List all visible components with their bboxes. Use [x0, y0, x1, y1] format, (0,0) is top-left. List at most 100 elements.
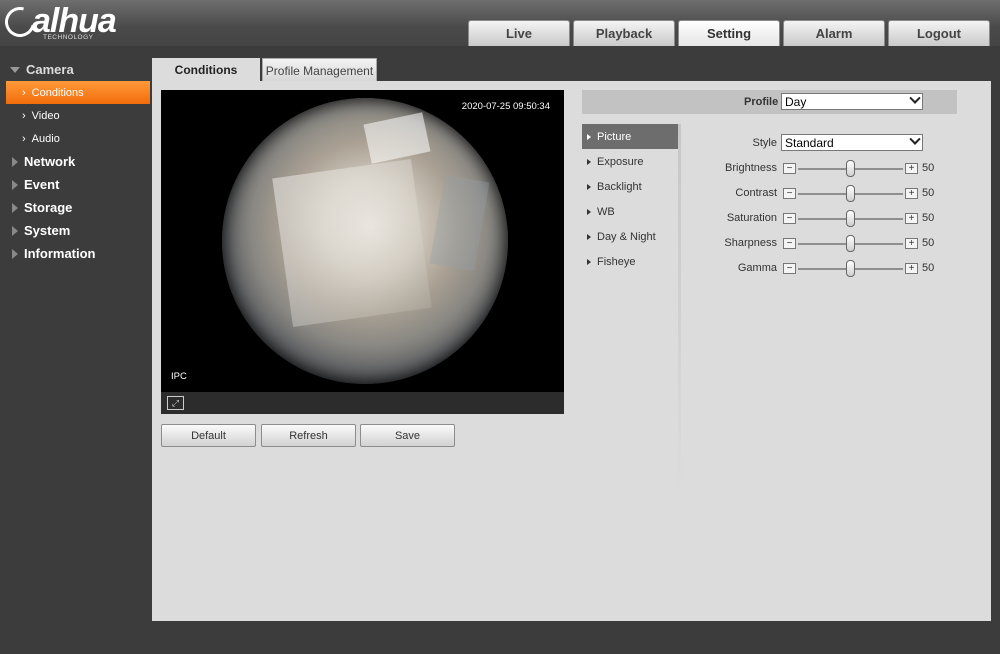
gamma-plus-button[interactable]: + — [905, 263, 918, 274]
profile-label: Profile — [744, 96, 779, 108]
video-toolbar: ⤢ — [161, 392, 564, 414]
submenu-label: Day & Night — [597, 230, 656, 243]
sidebar-item-information[interactable]: Information — [0, 242, 152, 265]
submenu-label: Fisheye — [597, 255, 636, 268]
triangle-right-icon — [587, 233, 591, 240]
triangle-right-icon — [587, 183, 591, 190]
expand-right-icon — [12, 248, 18, 259]
contrast-value: 50 — [922, 187, 935, 199]
brightness-label: Brightness — [725, 162, 777, 174]
sidebar-item-system[interactable]: System — [0, 219, 152, 242]
style-select[interactable]: Standard — [781, 133, 923, 151]
video-preview: 2020-07-25 09:50:34 IPC ⤢ — [161, 90, 564, 414]
gamma-label: Gamma — [737, 262, 777, 274]
submenu-backlight[interactable]: Backlight — [582, 174, 678, 199]
fisheye-image — [222, 98, 508, 384]
contrast-label: Contrast — [735, 187, 777, 199]
sidebar-item-label: Information — [24, 246, 96, 261]
saturation-label: Saturation — [726, 212, 777, 224]
gamma-slider-thumb[interactable] — [845, 260, 855, 277]
top-navigation: Live Playback Setting Alarm Logout — [468, 20, 993, 46]
submenu-label: WB — [597, 205, 615, 218]
triangle-right-icon — [587, 258, 591, 265]
sidebar-item-label: Storage — [24, 200, 73, 215]
style-label: Style — [752, 137, 777, 149]
nav-logout[interactable]: Logout — [888, 20, 990, 46]
submenu-fisheye[interactable]: Fisheye — [582, 249, 678, 274]
sharpness-plus-button[interactable]: + — [905, 238, 918, 249]
profile-select[interactable]: Day — [781, 92, 923, 110]
sidebar-item-label: Audio — [31, 132, 60, 145]
triangle-right-icon — [587, 158, 591, 165]
sharpness-minus-button[interactable]: − — [783, 238, 796, 249]
nav-alarm[interactable]: Alarm — [783, 20, 885, 46]
expand-right-icon — [12, 225, 18, 236]
sidebar: Camera › Conditions › Video › Audio Netw… — [0, 58, 152, 265]
video-timestamp: 2020-07-25 09:50:34 — [461, 101, 550, 112]
chevron-right-icon: › — [22, 109, 26, 122]
brightness-slider-thumb[interactable] — [845, 160, 855, 177]
gamma-minus-button[interactable]: − — [783, 263, 796, 274]
sidebar-item-conditions[interactable]: › Conditions — [6, 81, 150, 104]
submenu-picture[interactable]: Picture — [582, 124, 678, 149]
gamma-value: 50 — [922, 262, 935, 274]
sharpness-slider-thumb[interactable] — [845, 235, 855, 252]
nav-live[interactable]: Live — [468, 20, 570, 46]
fisheye-ceiling-panel — [272, 158, 432, 328]
nav-setting[interactable]: Setting — [678, 20, 780, 46]
submenu-label: Exposure — [597, 155, 644, 168]
save-button[interactable]: Save — [360, 424, 455, 447]
saturation-slider-thumb[interactable] — [845, 210, 855, 227]
contrast-minus-button[interactable]: − — [783, 188, 796, 199]
submenu-label: Picture — [597, 130, 632, 143]
logo-subtitle: TECHNOLOGY — [43, 34, 94, 41]
contrast-plus-button[interactable]: + — [905, 188, 918, 199]
default-button[interactable]: Default — [161, 424, 256, 447]
sharpness-label: Sharpness — [724, 237, 777, 249]
chevron-down-icon — [909, 92, 921, 104]
video-channel-label: IPC — [171, 371, 187, 382]
conditions-submenu: Picture Exposure Backlight WB Day & Nigh… — [582, 124, 681, 494]
sidebar-item-camera[interactable]: Camera — [0, 58, 152, 81]
sidebar-item-storage[interactable]: Storage — [0, 196, 152, 219]
nav-playback[interactable]: Playback — [573, 20, 675, 46]
fullscreen-icon[interactable]: ⤢ — [167, 396, 184, 410]
refresh-button[interactable]: Refresh — [261, 424, 356, 447]
brightness-plus-button[interactable]: + — [905, 163, 918, 174]
chevron-down-icon — [909, 133, 921, 145]
brightness-value: 50 — [922, 162, 935, 174]
expand-right-icon — [12, 179, 18, 190]
contrast-slider-thumb[interactable] — [845, 185, 855, 202]
saturation-value: 50 — [922, 212, 935, 224]
sidebar-item-label: System — [24, 223, 71, 238]
tab-profile-management[interactable]: Profile Management — [262, 58, 377, 82]
sidebar-item-label: Camera — [26, 62, 74, 77]
tab-conditions[interactable]: Conditions — [152, 58, 260, 82]
chevron-right-icon: › — [22, 86, 26, 99]
saturation-plus-button[interactable]: + — [905, 213, 918, 224]
submenu-exposure[interactable]: Exposure — [582, 149, 678, 174]
sidebar-item-label: Event — [24, 177, 60, 192]
submenu-day-night[interactable]: Day & Night — [582, 224, 678, 249]
tab-bar: Conditions Profile Management — [152, 58, 377, 82]
sharpness-value: 50 — [922, 237, 935, 249]
sidebar-item-event[interactable]: Event — [0, 173, 152, 196]
sidebar-item-audio[interactable]: › Audio — [0, 127, 152, 150]
brightness-minus-button[interactable]: − — [783, 163, 796, 174]
submenu-wb[interactable]: WB — [582, 199, 678, 224]
fisheye-window — [363, 112, 431, 164]
style-value: Standard — [785, 135, 834, 150]
sidebar-item-network[interactable]: Network — [0, 150, 152, 173]
triangle-right-icon — [587, 133, 591, 140]
submenu-label: Backlight — [597, 180, 642, 193]
saturation-minus-button[interactable]: − — [783, 213, 796, 224]
expand-down-icon — [10, 66, 20, 73]
sidebar-item-label: Video — [31, 109, 60, 122]
expand-right-icon — [12, 202, 18, 213]
sidebar-item-label: Conditions — [31, 86, 84, 99]
fisheye-doorway — [429, 174, 490, 272]
expand-right-icon — [12, 156, 18, 167]
triangle-right-icon — [587, 208, 591, 215]
sidebar-item-video[interactable]: › Video — [0, 104, 152, 127]
sidebar-item-label: Network — [24, 154, 76, 169]
